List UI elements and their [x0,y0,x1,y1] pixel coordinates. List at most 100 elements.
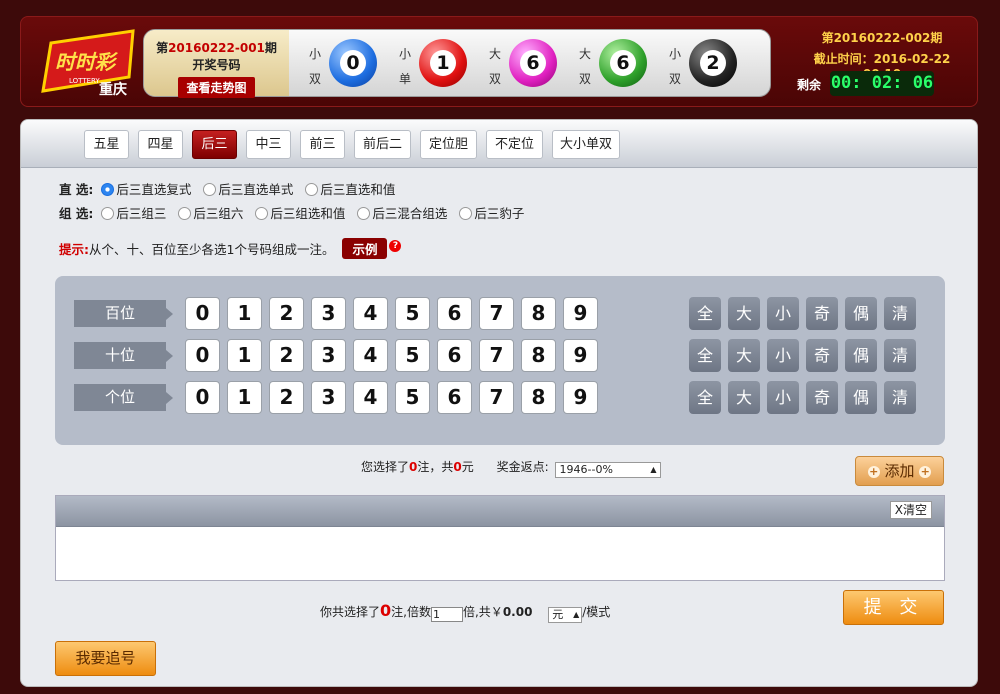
quick-select-button[interactable]: 全 [689,381,721,414]
logo-city: 重庆 [99,82,127,98]
countdown-timer: 00: 02: 06 [830,71,934,96]
quick-select-button[interactable]: 小 [767,297,799,330]
plus-icon: + [867,465,880,478]
picker-row-units: 个位 0 1 2 3 4 5 6 7 8 9 全大小奇偶清 [74,381,924,414]
radio-icon [357,207,371,220]
clear-button[interactable]: X清空 [889,501,932,519]
tab-dingweidan[interactable]: 定位胆 [420,130,477,159]
digit-button[interactable]: 1 [227,339,262,372]
order-summary: 你共选择了0注,倍数 1 倍,共￥0.00 元 ▲/模式 [320,601,611,623]
bet-list: X清空 [55,495,945,581]
digit-button[interactable]: 0 [185,381,220,414]
tab-budingwei[interactable]: 不定位 [486,130,543,159]
digit-button[interactable]: 6 [437,381,472,414]
digit-button[interactable]: 6 [437,297,472,330]
result-ball-3: 大双 6 [489,39,579,89]
tab-housan[interactable]: 后三 [192,130,237,159]
quick-select-button[interactable]: 清 [884,381,916,414]
digit-button[interactable]: 4 [353,381,388,414]
position-label: 十位 [74,342,173,369]
quick-select-button[interactable]: 大 [728,297,760,330]
digit-button[interactable]: 2 [269,339,304,372]
option-group-hunhe[interactable]: 后三混合组选 [357,206,447,221]
tab-qiansan[interactable]: 前三 [300,130,345,159]
digit-button[interactable]: 9 [563,297,598,330]
digit-button[interactable]: 8 [521,381,556,414]
quick-select-button[interactable]: 全 [689,297,721,330]
digit-button[interactable]: 6 [437,339,472,372]
option-direct-hezhi[interactable]: 后三直选和值 [305,182,395,197]
digit-button[interactable]: 2 [269,381,304,414]
tab-zhongsan[interactable]: 中三 [246,130,291,159]
digit-button[interactable]: 9 [563,381,598,414]
digit-button[interactable]: 4 [353,297,388,330]
direct-options: 直 选: 后三直选复式 后三直选单式 后三直选和值 [59,182,396,197]
digit-button[interactable]: 5 [395,339,430,372]
digit-button[interactable]: 3 [311,297,346,330]
logo-sub: LOTTERY [69,77,100,85]
digit-button[interactable]: 0 [185,297,220,330]
digit-button[interactable]: 7 [479,297,514,330]
trend-chart-button[interactable]: 查看走势图 [178,77,255,98]
logo-text: 时时彩 [55,50,119,74]
quick-select-button[interactable]: 偶 [845,381,877,414]
next-draw-info: 第20160222-002期 截止时间：2016-02-22 00:10 剩余 … [797,29,967,96]
option-group-baozi[interactable]: 后三豹子 [459,206,524,221]
multiplier-input[interactable]: 1 [430,607,463,622]
rebate-select[interactable]: 1946--0% ▲ [554,462,661,478]
plus-icon: + [919,465,932,478]
radio-icon [255,207,269,220]
help-icon[interactable]: ? [389,240,402,252]
digit-button[interactable]: 8 [521,297,556,330]
quick-select-button[interactable]: 小 [767,339,799,372]
quick-select-button[interactable]: 大 [728,381,760,414]
digit-button[interactable]: 3 [311,339,346,372]
radio-icon [101,183,115,196]
latest-draw-panel: 第20160222-001期 开奖号码 查看走势图 小双 0 小单 1 大双 6… [143,29,771,98]
quick-select-button[interactable]: 奇 [806,297,838,330]
option-group-hezhi[interactable]: 后三组选和值 [255,206,345,221]
tab-daxiaodanshuang[interactable]: 大小单双 [552,130,620,159]
tab-qianhouer[interactable]: 前后二 [354,130,411,159]
digit-button[interactable]: 1 [227,381,262,414]
submit-button[interactable]: 提 交 [843,590,944,625]
draw-title: 开奖号码 [192,58,241,72]
add-button[interactable]: + 添加 + [855,456,944,486]
quick-select-button[interactable]: 清 [884,297,916,330]
digit-button[interactable]: 9 [563,339,598,372]
quick-select-button[interactable]: 奇 [806,339,838,372]
option-group-zusan[interactable]: 后三组三 [101,206,166,221]
tab-sixing[interactable]: 四星 [138,130,183,159]
quick-select-button[interactable]: 偶 [845,297,877,330]
radio-icon [101,207,115,220]
draw-issue: 20160222-001 [168,41,265,55]
option-group-zuliu[interactable]: 后三组六 [178,206,243,221]
chase-button[interactable]: 我要追号 [55,641,156,676]
lottery-logo: 时时彩 LOTTERY [41,29,135,93]
option-direct-danshi[interactable]: 后三直选单式 [203,182,293,197]
digit-button[interactable]: 7 [479,339,514,372]
digit-button[interactable]: 5 [395,381,430,414]
position-label: 个位 [74,384,173,411]
example-button[interactable]: 示例 [342,238,388,259]
digit-button[interactable]: 4 [353,339,388,372]
quick-select-button[interactable]: 大 [728,339,760,372]
digit-button[interactable]: 1 [227,297,262,330]
digit-button[interactable]: 3 [311,381,346,414]
select-arrow-icon: ▲ [650,465,657,474]
digit-button[interactable]: 8 [521,339,556,372]
digit-button[interactable]: 7 [479,381,514,414]
remaining-label: 剩余 [797,78,822,92]
quick-select-button[interactable]: 清 [884,339,916,372]
quick-select-button[interactable]: 全 [689,339,721,372]
digit-button[interactable]: 2 [269,297,304,330]
quick-select-button[interactable]: 偶 [845,339,877,372]
quick-select-button[interactable]: 奇 [806,381,838,414]
group-options: 组 选: 后三组三 后三组六 后三组选和值 后三混合组选 后三豹子 [59,206,525,221]
quick-select-button[interactable]: 小 [767,381,799,414]
option-direct-fushi[interactable]: 后三直选复式 [101,182,191,197]
digit-button[interactable]: 0 [185,339,220,372]
unit-select[interactable]: 元 ▲ [548,607,583,623]
digit-button[interactable]: 5 [395,297,430,330]
tab-wuxing[interactable]: 五星 [84,130,129,159]
